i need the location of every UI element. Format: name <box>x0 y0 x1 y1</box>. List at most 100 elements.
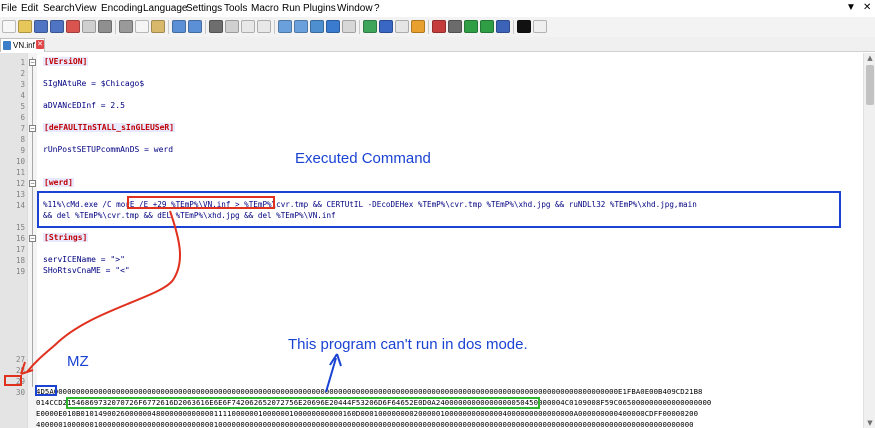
redo-icon[interactable] <box>188 20 202 33</box>
fold-toggle-icon[interactable]: − <box>29 125 36 132</box>
zoom-in-icon[interactable] <box>241 20 255 33</box>
toolbar-divider <box>168 20 169 34</box>
editor[interactable]: 1 2 3 4 5 6 7 8 9 10 11 12 13 14 15 16 1… <box>0 53 875 428</box>
undo-icon[interactable] <box>172 20 186 33</box>
show-all-characters-icon[interactable] <box>326 20 340 33</box>
code-line[interactable]: aDVANcEDInf = 2.5 <box>43 101 125 110</box>
menu-language[interactable]: Language <box>143 3 188 14</box>
code-line-section[interactable]: [VErsiON] <box>43 57 89 66</box>
new-file-icon[interactable] <box>2 20 16 33</box>
mz-label: MZ <box>67 353 89 370</box>
vertical-scrollbar[interactable]: ▲ ▼ <box>863 53 875 428</box>
code-line-section[interactable]: [Strings] <box>43 233 89 242</box>
line-number: 15 <box>15 223 25 232</box>
doc-map-icon[interactable] <box>363 20 377 33</box>
menu-encoding[interactable]: Encoding <box>101 3 143 14</box>
paste-icon[interactable] <box>151 20 165 33</box>
toolbar-divider <box>359 20 360 34</box>
hex-line[interactable]: 014CCD21546869732070726F6772616D2063616E… <box>36 398 711 407</box>
fold-margin: − − − − <box>27 53 37 428</box>
menu-macro[interactable]: Macro <box>251 3 279 14</box>
executed-command-label: Executed Command <box>295 150 431 167</box>
line-number: 30 <box>15 388 25 397</box>
fold-toggle-icon[interactable]: − <box>29 59 36 66</box>
run-macro-multiple-icon[interactable] <box>480 20 494 33</box>
sync-horizontal-icon[interactable] <box>294 20 308 33</box>
record-macro-icon[interactable] <box>432 20 446 33</box>
menu-help[interactable]: ? <box>374 3 380 14</box>
menu-tools[interactable]: Tools <box>224 3 247 14</box>
print-icon[interactable] <box>98 20 112 33</box>
tab-close-icon[interactable]: ✕ <box>36 40 44 49</box>
line-number: 5 <box>20 102 25 111</box>
line-number-gutter: 1 2 3 4 5 6 7 8 9 10 11 12 13 14 15 16 1… <box>0 53 27 428</box>
line-number: 9 <box>20 146 25 155</box>
menu-search[interactable]: Search <box>43 3 75 14</box>
save-icon[interactable] <box>34 20 48 33</box>
menu-plugins[interactable]: Plugins <box>303 3 336 14</box>
fold-toggle-icon[interactable]: − <box>29 235 36 242</box>
line-number: 8 <box>20 135 25 144</box>
tab-vn-inf[interactable]: VN.inf ✕ <box>0 38 45 52</box>
indent-guide-icon[interactable] <box>342 20 356 33</box>
line-number: 3 <box>20 80 25 89</box>
toolbar <box>0 17 875 37</box>
toolbar-divider <box>115 20 116 34</box>
toolbar-divider <box>205 20 206 34</box>
folder-as-workspace-icon[interactable] <box>395 20 409 33</box>
menu-run[interactable]: Run <box>282 3 300 14</box>
copy-icon[interactable] <box>135 20 149 33</box>
code-line-section[interactable]: [deFAULTInSTALL_sInGLEUSeR] <box>43 123 176 132</box>
line-number: 7 <box>20 124 25 133</box>
hex-line[interactable]: 4000001000000100000000000000000000000000… <box>36 420 694 428</box>
line-number: 16 <box>15 234 25 243</box>
toolbar-divider <box>274 20 275 34</box>
line-number: 2 <box>20 69 25 78</box>
line-number: 4 <box>20 91 25 100</box>
scroll-up-icon[interactable]: ▲ <box>864 53 875 63</box>
code-line-command[interactable]: && del %TEmP%\cvr.tmp && dEL %TEmP%\xhd.… <box>43 211 336 220</box>
replace-icon[interactable] <box>225 20 239 33</box>
code-line[interactable]: SIgNAtuRe = $Chicago$ <box>43 79 144 88</box>
save-macro-icon[interactable] <box>496 20 510 33</box>
code-line[interactable]: SHoRtsvCnaME = "<" <box>43 266 130 275</box>
hex-line[interactable]: E0000E010B010149002600000048000000000000… <box>36 409 698 418</box>
close-file-icon[interactable] <box>66 20 80 33</box>
word-wrap-icon[interactable] <box>310 20 324 33</box>
function-list-icon[interactable] <box>379 20 393 33</box>
menu-bar: File Edit Search View Encoding Language … <box>0 0 875 17</box>
line-number: 27 <box>15 355 25 364</box>
play-macro-icon[interactable] <box>464 20 478 33</box>
menu-file[interactable]: File <box>1 3 17 14</box>
line-number: 19 <box>15 267 25 276</box>
save-all-icon[interactable] <box>50 20 64 33</box>
close-all-icon[interactable] <box>82 20 96 33</box>
run-icon[interactable] <box>517 20 531 33</box>
code-line[interactable]: rUnPostSETUPcommAnDS = werd <box>43 145 173 154</box>
menu-view[interactable]: View <box>75 3 97 14</box>
find-icon[interactable] <box>209 20 223 33</box>
open-file-icon[interactable] <box>18 20 32 33</box>
scrollbar-thumb[interactable] <box>866 65 874 105</box>
menu-edit[interactable]: Edit <box>21 3 38 14</box>
line-number: 14 <box>15 201 25 210</box>
chevron-down-icon[interactable]: ▼ <box>846 2 856 13</box>
fold-toggle-icon[interactable]: − <box>29 180 36 187</box>
stop-recording-icon[interactable] <box>448 20 462 33</box>
code-line-command[interactable]: %11%\cMd.exe /C morE /E +29 %TEmP%\VN.in… <box>43 200 697 209</box>
monitoring-icon[interactable] <box>411 20 425 33</box>
line-number: 1 <box>20 58 25 67</box>
close-icon[interactable]: ✕ <box>863 2 871 13</box>
code-line[interactable]: servICEName = ">" <box>43 255 125 264</box>
scroll-down-icon[interactable]: ▼ <box>864 418 875 428</box>
code-line-section[interactable]: [werd] <box>43 178 74 187</box>
spell-check-icon[interactable] <box>533 20 547 33</box>
menu-settings[interactable]: Settings <box>186 3 222 14</box>
menu-window[interactable]: Window <box>337 3 373 14</box>
sync-vertical-icon[interactable] <box>278 20 292 33</box>
line-number: 12 <box>15 179 25 188</box>
line-number: 10 <box>15 157 25 166</box>
zoom-out-icon[interactable] <box>257 20 271 33</box>
cut-icon[interactable] <box>119 20 133 33</box>
hex-line[interactable]: 4D5A000000000000000000000000000000000000… <box>36 387 702 396</box>
